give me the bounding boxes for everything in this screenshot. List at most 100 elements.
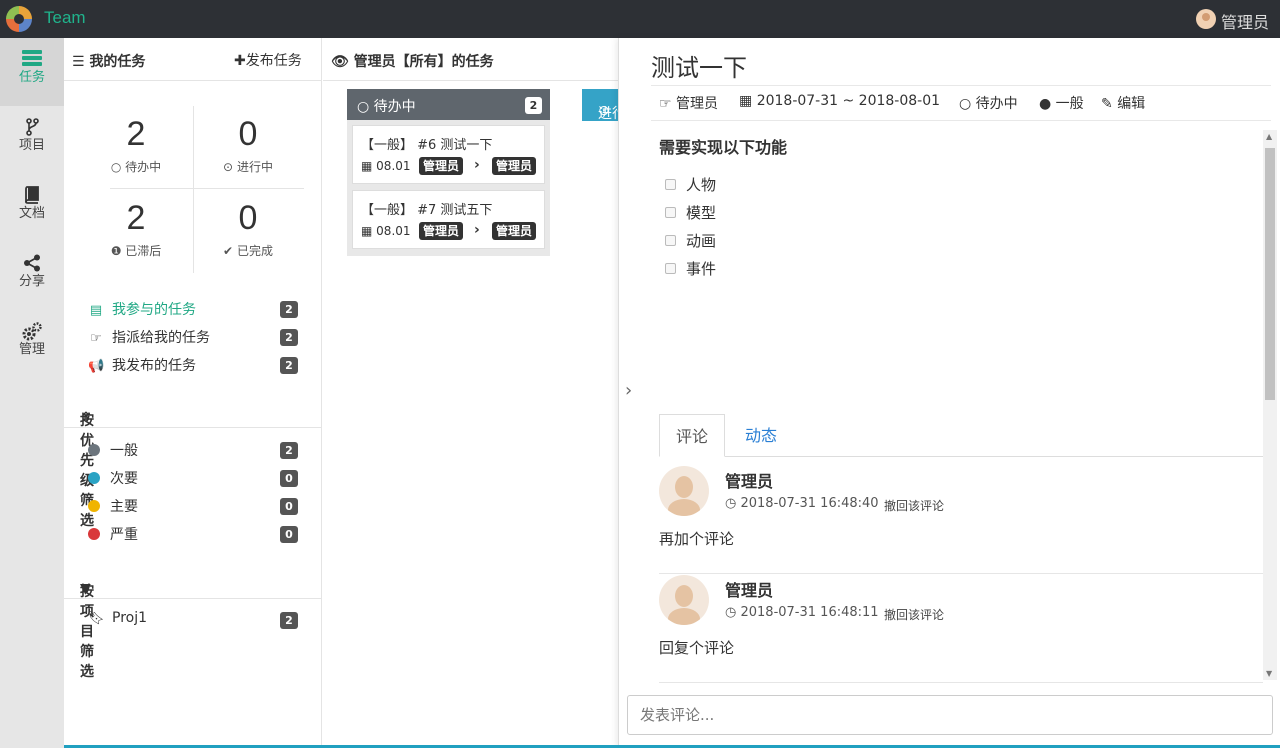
clock-icon: ◷ (725, 496, 737, 511)
calendar-icon: ▦ (361, 224, 373, 238)
nav-label: 文档 (18, 206, 45, 221)
stat-overdue[interactable]: 2 ❶ 已滞后 (81, 198, 191, 259)
count-badge: 2 (525, 97, 542, 114)
from-user-tag: 管理员 (419, 157, 464, 175)
plus-icon: ✚ (234, 53, 246, 69)
nav-item-projects[interactable]: 项目 (0, 106, 64, 174)
calendar-icon: ▦ (361, 159, 373, 173)
edit-button[interactable]: ✎ 编辑 (1101, 93, 1145, 113)
detail-tabs: 评论 动态 (659, 414, 1263, 457)
eye-icon: 👁 (331, 54, 349, 70)
panel-header: ☰ 我的任务 ✚发布任务 (64, 38, 322, 81)
task-card[interactable]: 【一般】 #6 测试一下 ▦ 08.01 管理员 › 管理员 (352, 125, 545, 184)
task-meta: ☞ 管理员 ▦ 2018-07-31 ~ 2018-08-01 ○ 待办中 ● … (651, 85, 1271, 121)
stat-in-progress[interactable]: 0 ⊙ 进行中 (193, 114, 303, 175)
hand-point-icon: ☞ (659, 96, 672, 112)
nav-item-tasks[interactable]: 任务 (0, 38, 64, 106)
gears-icon (0, 310, 64, 341)
task-card[interactable]: 【一般】 #7 测试五下 ▦ 08.01 管理员 › 管理员 (352, 190, 545, 249)
project-proj1[interactable]: 🔖︎ Proj1 2 (88, 610, 298, 632)
comment-input[interactable] (627, 695, 1273, 735)
task-title: 测试一下 (651, 54, 747, 82)
retract-comment-link[interactable]: 撤回该评论 (884, 497, 944, 514)
nav-label: 管理 (18, 342, 45, 357)
comment-text: 回复个评论 (659, 639, 735, 657)
scrollbar[interactable]: ▲ ▼ (1263, 130, 1277, 680)
nav-item-docs[interactable]: 文档 (0, 174, 64, 242)
comment-item: 管理员 ◷ 2018-07-31 16:48:40 撤回该评论 再加个评论 (659, 466, 1263, 574)
clock-icon: ◷ (725, 605, 737, 620)
column-in-progress[interactable]: ⊙ 进行中 (582, 89, 618, 121)
circle-icon: ○ (959, 96, 972, 112)
calendar-icon: ▦ (739, 93, 753, 109)
circle-icon: ○ (110, 160, 122, 174)
priority-dot-icon (88, 444, 100, 456)
checkbox[interactable] (665, 235, 676, 246)
priority-dot-icon (88, 500, 100, 512)
priority-normal[interactable]: 一般 2 (88, 440, 298, 462)
collapse-panel-chevron-icon[interactable]: › (625, 380, 632, 401)
tab-comments[interactable]: 评论 (659, 414, 726, 457)
checklist-item[interactable]: 动画 (665, 230, 865, 250)
filter-participating[interactable]: ▤ 我参与的任务 2 (88, 299, 298, 321)
tasks-icon (0, 38, 64, 66)
stat-done[interactable]: 0 ✔ 已完成 (193, 198, 303, 259)
app-title[interactable]: Team (44, 8, 86, 28)
priority-critical[interactable]: 严重 0 (88, 524, 298, 546)
count-badge: 0 (280, 470, 298, 487)
checkbox[interactable] (665, 263, 676, 274)
publish-task-button[interactable]: ✚发布任务 (234, 50, 302, 70)
task-detail-panel: 测试一下 ☞ 管理员 ▦ 2018-07-31 ~ 2018-08-01 ○ 待… (618, 38, 1280, 748)
task-date-range: ▦ 2018-07-31 ~ 2018-08-01 (739, 93, 941, 109)
user-name[interactable]: 管理员 (1221, 9, 1269, 33)
task-creator: ☞ 管理员 (659, 96, 719, 112)
retract-comment-link[interactable]: 撤回该评论 (884, 606, 944, 623)
count-badge: 2 (280, 301, 298, 318)
comment-item: 管理员 ◷ 2018-07-31 16:48:11 撤回该评论 回复个评论 (659, 575, 1263, 683)
priority-dot-icon (88, 472, 100, 484)
count-badge: 2 (280, 612, 298, 629)
user-avatar[interactable] (1196, 9, 1216, 29)
chevron-right-icon: › (474, 157, 480, 173)
tag-icon: ● (1039, 96, 1052, 112)
comment-author: 管理员 (725, 581, 774, 600)
to-user-tag: 管理员 (492, 222, 537, 240)
task-card-title: 【一般】 #7 测试五下 (361, 203, 493, 218)
board-title: 👁 管理员【所有】的任务 (331, 54, 494, 70)
logo-icon[interactable] (6, 6, 32, 32)
filter-published-by-me[interactable]: 📢 我发布的任务 2 (88, 355, 298, 377)
column-header: ○ 待办中 2 (347, 89, 550, 120)
divider (110, 188, 304, 189)
checkbox[interactable] (665, 207, 676, 218)
filter-assigned-to-me[interactable]: ☞ 指派给我的任务 2 (88, 327, 298, 349)
description-heading: 需要实现以下功能 (659, 138, 788, 157)
comment-author: 管理员 (725, 472, 774, 491)
task-status: ○ 待办中 (959, 96, 1018, 112)
share-icon (0, 242, 64, 272)
bullhorn-icon: 📢 (88, 359, 105, 374)
list-icon: ☰ (72, 54, 85, 70)
checkbox[interactable] (665, 179, 676, 190)
priority-major[interactable]: 主要 0 (88, 496, 298, 518)
dot-circle-icon: ⊙ (223, 160, 234, 174)
priority-minor[interactable]: 次要 0 (88, 468, 298, 490)
count-badge: 0 (280, 498, 298, 515)
nav-item-share[interactable]: 分享 (0, 242, 64, 310)
checklist-item[interactable]: 事件 (665, 258, 865, 278)
count-badge: 2 (280, 357, 298, 374)
checklist-item[interactable]: 人物 (665, 174, 865, 194)
tab-activity[interactable]: 动态 (729, 414, 793, 457)
scrollbar-thumb[interactable] (1265, 148, 1275, 400)
task-filter-panel: ☰ 我的任务 ✚发布任务 2 ○ 待办中 0 ⊙ 进行中 2 ❶ 已滞后 0 ✔… (64, 38, 322, 748)
check-circle-icon: ✔ (223, 244, 234, 258)
avatar (659, 466, 709, 516)
stat-todo[interactable]: 2 ○ 待办中 (81, 114, 191, 175)
book-icon (0, 174, 64, 204)
scroll-up-icon[interactable]: ▲ (1266, 132, 1272, 141)
nav-item-admin[interactable]: 管理 (0, 310, 64, 378)
count-badge: 0 (280, 526, 298, 543)
checklist-item[interactable]: 模型 (665, 202, 865, 222)
column-todo: ○ 待办中 2 【一般】 #6 测试一下 ▦ 08.01 管理员 › 管理员 【… (347, 89, 550, 256)
scroll-down-icon[interactable]: ▼ (1266, 669, 1272, 678)
count-badge: 2 (280, 329, 298, 346)
